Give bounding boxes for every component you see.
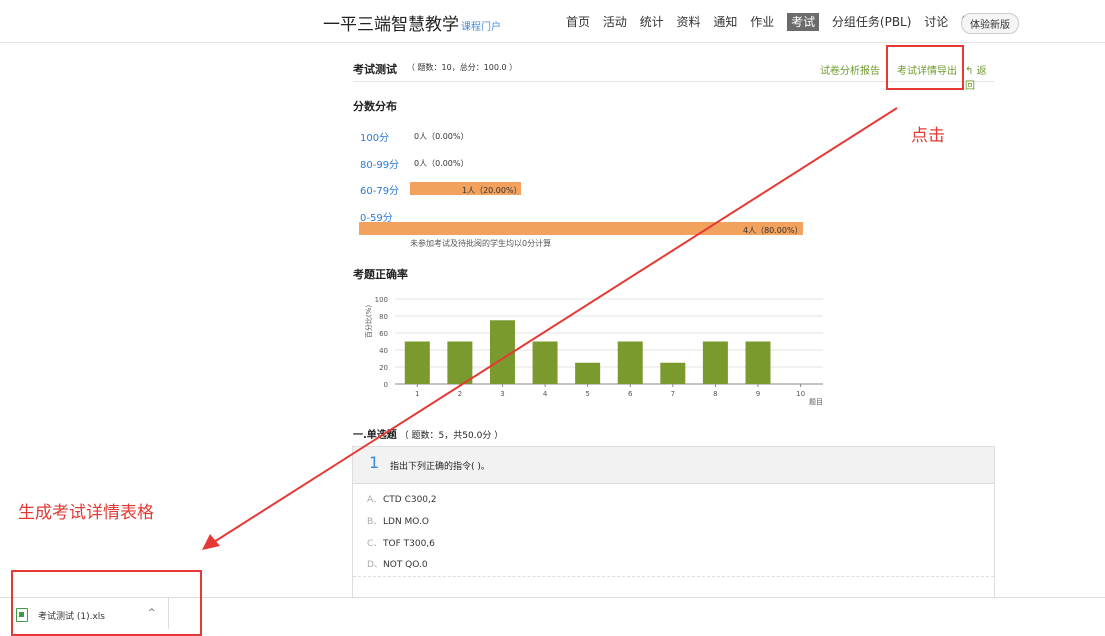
option-d: D、NOT QO.0 <box>367 557 428 570</box>
nav-home[interactable]: 首页 <box>566 15 590 29</box>
x-tick-label: 8 <box>713 390 717 398</box>
bar-q6 <box>617 341 643 384</box>
option-letter: A、 <box>367 495 383 505</box>
nav-pbl[interactable]: 分组任务(PBL) <box>832 15 912 29</box>
question-divider <box>353 576 994 577</box>
y-tick-label: 20 <box>379 364 388 372</box>
analysis-report-link[interactable]: 试卷分析报告 <box>820 62 880 77</box>
highlight-export-box <box>886 45 964 90</box>
count-100: 0人（0.00%） <box>414 132 469 141</box>
new-version-button[interactable]: 体验新版 <box>961 13 1019 34</box>
y-tick-label: 0 <box>384 381 388 389</box>
accuracy-chart: 0 20 40 60 80 100 1 2 3 4 5 6 7 8 9 10 题目 百分比(%) <box>364 296 823 406</box>
nav-discussion[interactable]: 讨论 <box>924 15 948 29</box>
question-card: 1 指出下列正确的指令( )。 A、CTD C300,2 B、LDN MO.O … <box>352 446 995 598</box>
top-navbar: 一平三端智慧教学 课程门户 首页 活动 统计 资料 通知 作业 考试 分组任务(P… <box>0 0 1105 43</box>
bar-q2 <box>447 341 473 384</box>
accuracy-chart-title: 考题正确率 <box>353 268 408 281</box>
bar-q1 <box>404 341 430 384</box>
option-text: TOF T300,6 <box>383 539 435 549</box>
y-tick-label: 60 <box>379 330 388 338</box>
nav-statistics[interactable]: 统计 <box>640 15 664 29</box>
question-text: 指出下列正确的指令( )。 <box>390 462 490 472</box>
range-60-79[interactable]: 60-79分 <box>360 182 399 197</box>
nav-homework[interactable]: 作业 <box>750 15 774 29</box>
exam-meta: （ 题数：10，总分：100.0 ） <box>407 63 518 72</box>
x-tick-label: 4 <box>543 390 548 398</box>
annotation-generate: 生成考试详情表格 <box>18 503 154 523</box>
question-section-title: 一.单选题 <box>353 430 397 441</box>
bar-q8 <box>702 341 728 384</box>
count-0-59: 4人（80.00%） <box>743 226 803 235</box>
annotation-click: 点击 <box>911 126 945 146</box>
back-link[interactable]: ↰ 返回 <box>965 62 994 92</box>
nav-notice[interactable]: 通知 <box>713 15 737 29</box>
option-letter: D、 <box>367 560 383 570</box>
score-note: 未参加考试及待批阅的学生均以0分计算 <box>410 239 552 248</box>
question-number: 1 <box>369 453 380 472</box>
count-80-99: 0人（0.00%） <box>414 159 469 168</box>
option-a: A、CTD C300,2 <box>367 492 437 505</box>
option-c: C、TOF T300,6 <box>367 536 435 549</box>
exam-title: 考试测试 <box>353 63 397 76</box>
bar-q3 <box>489 320 515 384</box>
option-letter: B、 <box>367 517 383 527</box>
brand-title: 一平三端智慧教学 <box>323 15 459 35</box>
x-tick-label: 10 <box>796 390 805 398</box>
x-tick-label: 5 <box>585 390 589 398</box>
question-header: 1 指出下列正确的指令( )。 <box>353 447 994 484</box>
bar-q5 <box>575 362 601 384</box>
score-distribution-title: 分数分布 <box>353 100 397 113</box>
x-axis-label: 题目 <box>809 398 823 406</box>
bar-q9 <box>745 341 771 384</box>
brand-subtitle: 课程门户 <box>461 22 501 33</box>
y-tick-label: 100 <box>375 296 388 304</box>
bar-q4 <box>532 341 558 384</box>
option-text: NOT QO.0 <box>383 560 428 570</box>
option-letter: C、 <box>367 539 383 549</box>
main-nav: 首页 活动 统计 资料 通知 作业 考试 分组任务(PBL) 讨论 管理 <box>566 13 994 31</box>
count-60-79: 1人（20.00%） <box>462 186 522 195</box>
option-b: B、LDN MO.O <box>367 514 429 527</box>
y-tick-label: 40 <box>379 347 388 355</box>
back-arrow-icon: ↰ <box>965 66 974 77</box>
arrow-head-icon <box>202 534 220 550</box>
x-tick-label: 1 <box>415 390 419 398</box>
nav-exam[interactable]: 考试 <box>787 13 820 31</box>
brand-logo[interactable]: 一平三端智慧教学 课程门户 <box>323 10 501 35</box>
nav-activity[interactable]: 活动 <box>603 15 627 29</box>
x-tick-label: 3 <box>500 390 504 398</box>
range-80-99[interactable]: 80-99分 <box>360 156 399 171</box>
question-section-meta: （ 题数：5，共50.0分 ） <box>399 431 504 441</box>
score-bar-0-59 <box>359 222 803 235</box>
highlight-download-box <box>11 570 202 636</box>
x-tick-label: 7 <box>671 390 675 398</box>
option-text: LDN MO.O <box>383 517 429 527</box>
x-tick-label: 2 <box>458 390 462 398</box>
y-tick-label: 80 <box>379 313 388 321</box>
y-axis-label: 百分比(%) <box>364 305 373 338</box>
nav-resources[interactable]: 资料 <box>677 15 701 29</box>
range-100[interactable]: 100分 <box>360 129 389 144</box>
question-section-header: 一.单选题 （ 题数：5，共50.0分 ） <box>353 426 503 441</box>
x-tick-label: 6 <box>628 390 633 398</box>
bar-q7 <box>660 362 686 384</box>
option-text: CTD C300,2 <box>383 495 437 505</box>
x-tick-label: 9 <box>756 390 760 398</box>
